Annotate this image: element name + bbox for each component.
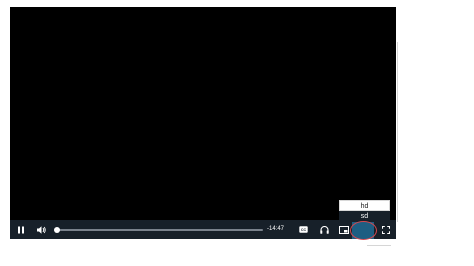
time-remaining: -14:47 bbox=[267, 226, 285, 232]
annotation-circle bbox=[350, 221, 377, 240]
volume-icon bbox=[36, 225, 46, 234]
headphones-icon bbox=[319, 225, 329, 234]
captions-icon: CC bbox=[298, 226, 308, 233]
progress-handle[interactable] bbox=[54, 227, 61, 233]
fullscreen-button[interactable] bbox=[379, 220, 393, 239]
captions-button[interactable]: CC bbox=[297, 220, 309, 239]
video-area[interactable] bbox=[10, 7, 396, 220]
quality-menu: hd sd bbox=[339, 200, 390, 222]
svg-text:CC: CC bbox=[300, 228, 306, 232]
pause-icon bbox=[18, 226, 24, 233]
pause-button[interactable] bbox=[14, 220, 28, 239]
progress-bar[interactable] bbox=[54, 227, 263, 233]
fullscreen-icon bbox=[382, 225, 390, 234]
volume-button[interactable] bbox=[34, 220, 48, 239]
divider bbox=[367, 245, 391, 246]
quality-option-hd[interactable]: hd bbox=[339, 200, 390, 211]
picture-in-picture-icon bbox=[339, 225, 349, 234]
control-bar: -14:47 CC bbox=[10, 220, 396, 239]
audio-track-button[interactable] bbox=[317, 220, 331, 239]
pip-button[interactable] bbox=[337, 220, 351, 239]
divider bbox=[397, 42, 398, 222]
